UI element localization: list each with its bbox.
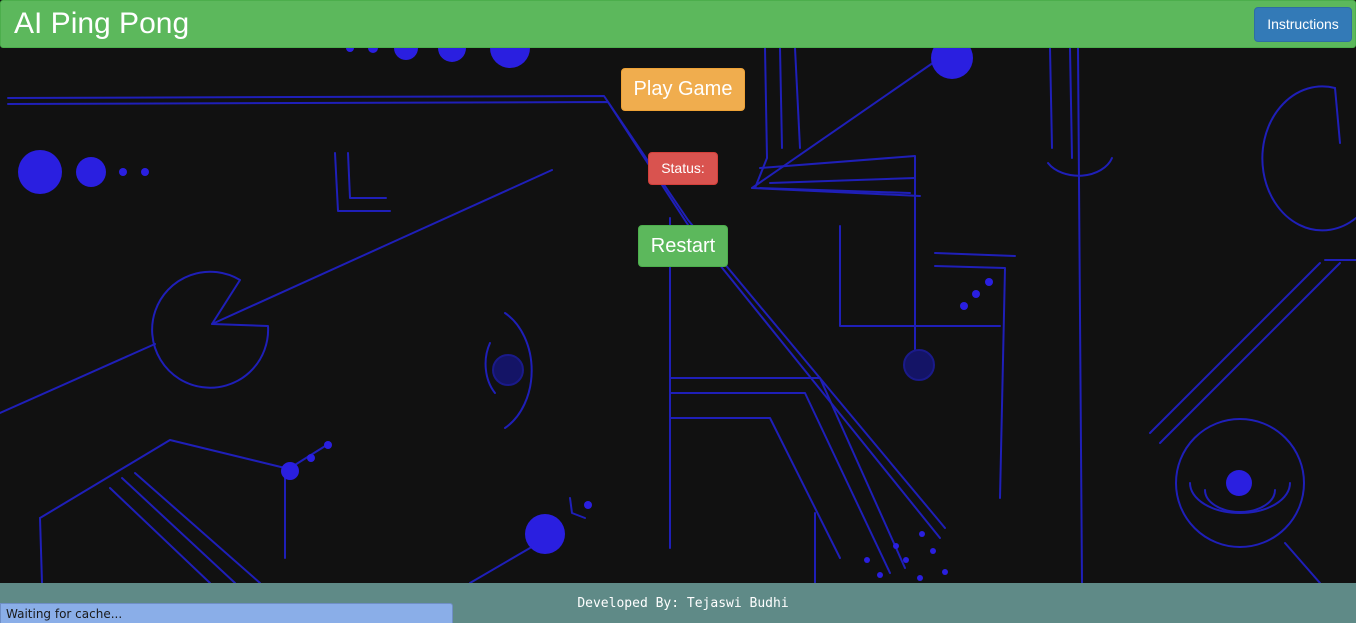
restart-button[interactable]: Restart bbox=[638, 225, 728, 267]
status-badge[interactable]: Status: bbox=[648, 152, 718, 185]
browser-status-text: Waiting for cache... bbox=[6, 607, 123, 621]
page: AI Ping Pong Instructions Play Game Stat… bbox=[0, 0, 1356, 623]
browser-status-bar: Waiting for cache... bbox=[0, 603, 453, 623]
instructions-button[interactable]: Instructions bbox=[1254, 7, 1352, 42]
play-game-button[interactable]: Play Game bbox=[621, 68, 745, 111]
app-title[interactable]: AI Ping Pong bbox=[14, 6, 189, 42]
circuit-background bbox=[0, 48, 1356, 583]
navbar: AI Ping Pong Instructions bbox=[0, 0, 1356, 48]
